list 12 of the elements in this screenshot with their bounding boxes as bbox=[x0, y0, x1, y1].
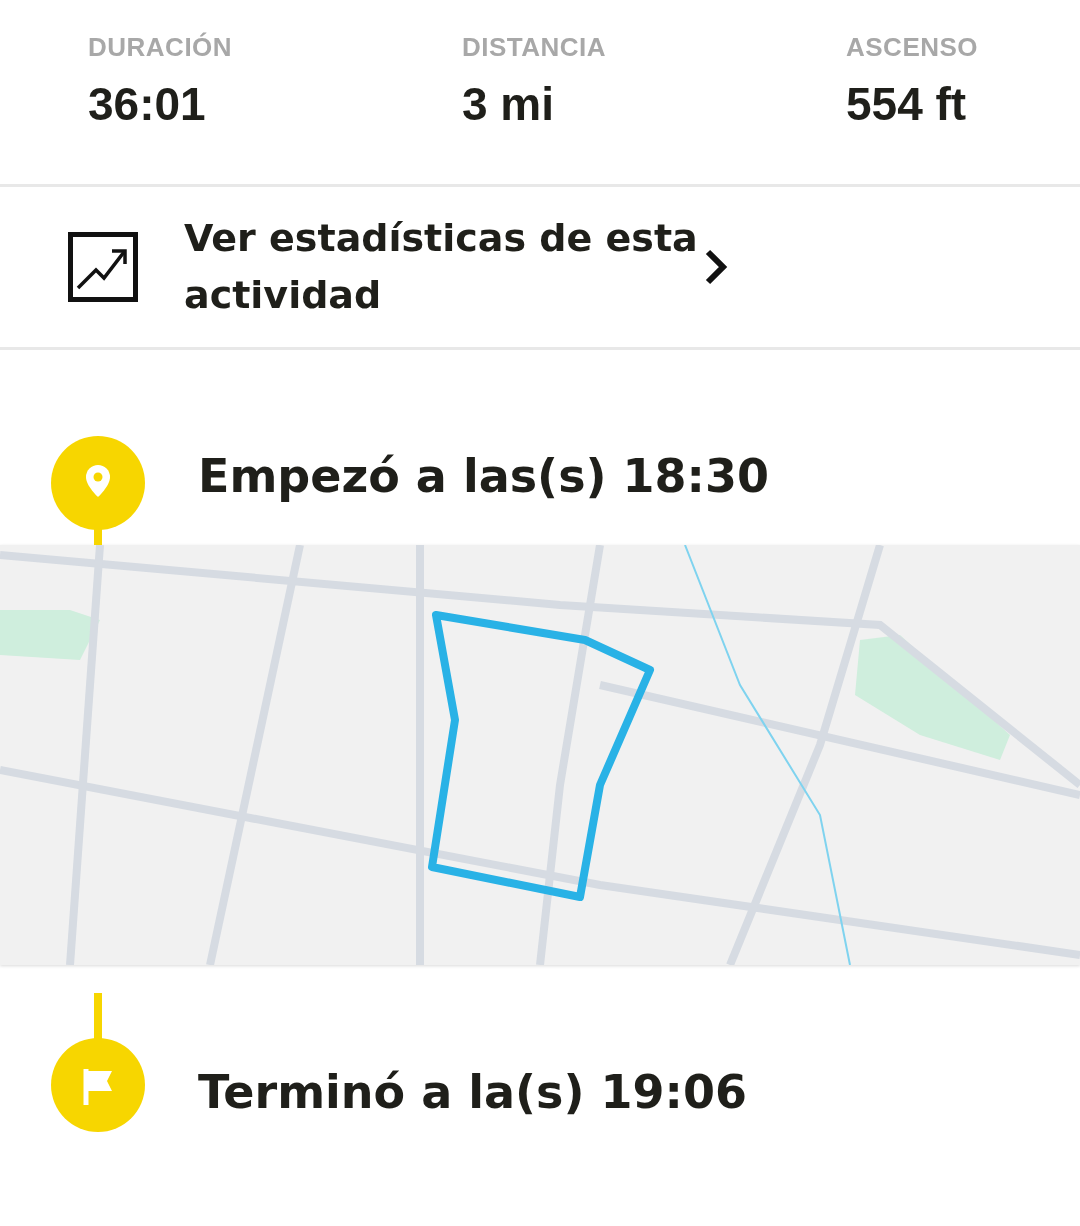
end-time-text: Terminó a la(s) 19:06 bbox=[198, 1065, 747, 1119]
stat-label: DURACIÓN bbox=[88, 32, 234, 63]
stat-label: ASCENSO bbox=[846, 32, 980, 63]
stat-value: 3 mi bbox=[462, 77, 556, 131]
stat-value: 554 ft bbox=[846, 77, 968, 131]
flag-marker-icon bbox=[50, 993, 146, 1135]
chevron-right-icon bbox=[704, 248, 728, 286]
stat-label: DISTANCIA bbox=[462, 32, 608, 63]
start-time-text: Empezó a las(s) 18:30 bbox=[198, 449, 769, 503]
stat-value: 36:01 bbox=[88, 77, 207, 131]
trend-chart-icon bbox=[68, 232, 138, 302]
statistics-link[interactable]: Ver estadísticas de esta actividad bbox=[0, 187, 1080, 350]
